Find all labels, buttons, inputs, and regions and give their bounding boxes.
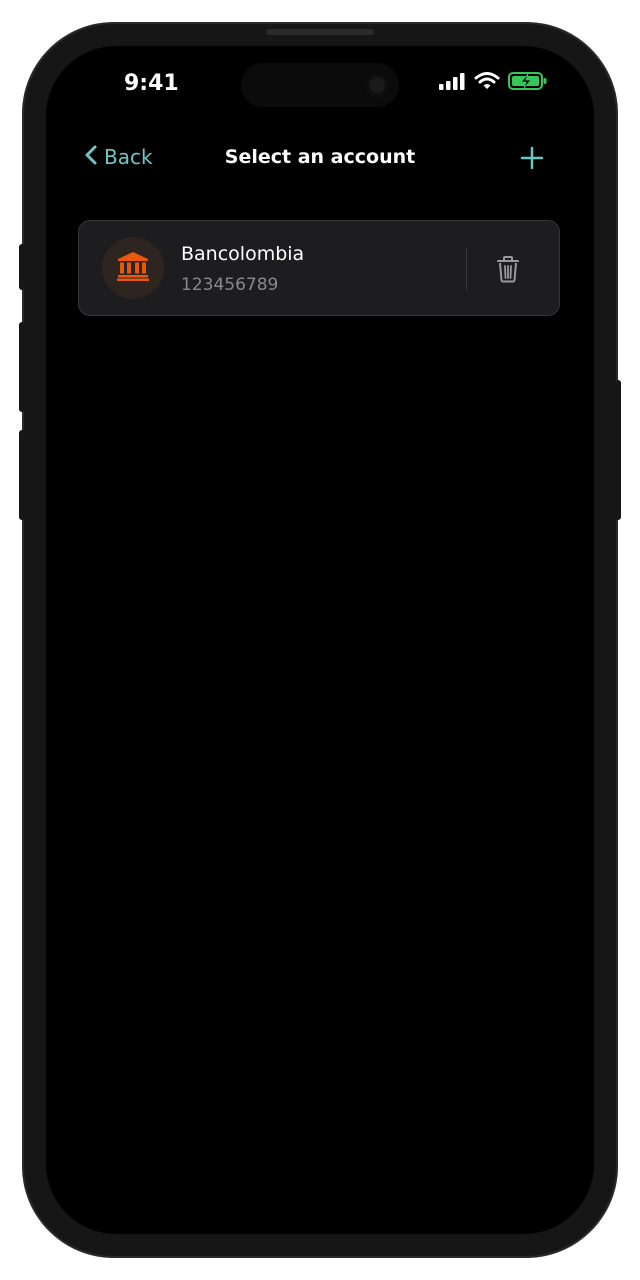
cellular-signal-icon — [438, 72, 466, 94]
front-camera — [365, 73, 389, 97]
screen: 9:41 Back Select an account Bancolombia … — [46, 46, 594, 1234]
bank-avatar — [102, 237, 164, 299]
status-time: 9:41 — [124, 71, 179, 96]
delete-account-button[interactable] — [495, 255, 521, 283]
battery-charging-icon — [508, 71, 548, 95]
account-number: 123456789 — [181, 275, 279, 295]
trash-icon — [495, 256, 521, 287]
power-button — [615, 380, 621, 520]
silent-switch — [19, 244, 25, 290]
bank-icon — [117, 251, 149, 285]
plus-icon — [518, 146, 546, 176]
bank-name: Bancolombia — [181, 243, 305, 265]
add-account-button[interactable] — [518, 144, 546, 172]
page-title: Select an account — [224, 146, 416, 168]
speaker-grille — [266, 29, 374, 35]
dynamic-island — [241, 63, 399, 107]
volume-up-button — [19, 322, 25, 412]
card-divider — [466, 248, 467, 290]
account-card[interactable]: Bancolombia 123456789 — [78, 220, 560, 316]
wifi-icon — [474, 71, 500, 95]
status-icons — [438, 72, 548, 94]
volume-down-button — [19, 430, 25, 520]
